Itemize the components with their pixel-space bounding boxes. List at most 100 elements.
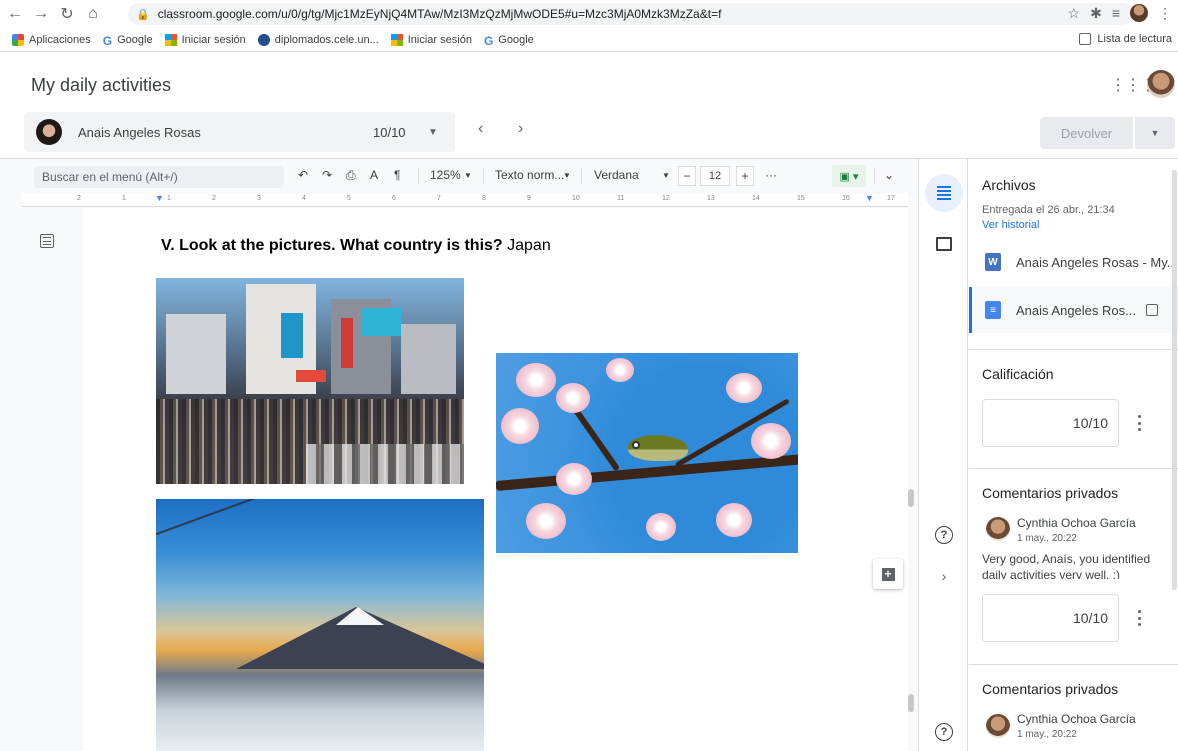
commenter-avatar [986, 714, 1010, 738]
previous-student-icon[interactable]: ‹ [478, 120, 483, 138]
grade-input[interactable]: 10/10 [982, 399, 1119, 447]
ruler-indent-marker-right[interactable]: ▼ [865, 193, 874, 203]
bookmark-google-2[interactable]: G Google [484, 34, 534, 48]
grade-options-icon[interactable] [1137, 610, 1141, 626]
scrollbar-thumb[interactable] [908, 489, 914, 507]
open-external-icon[interactable] [1146, 304, 1158, 316]
increase-font-icon[interactable]: + [736, 166, 754, 186]
return-options-icon[interactable]: ▼ [1135, 117, 1175, 149]
docs-toolbar: Buscar en el menú (Alt+/) ↶ ↷ ⎙ A ¶ 125%… [0, 159, 918, 193]
bookmark-diplomados[interactable]: diplomados.cele.un... [257, 33, 379, 46]
bookmark-google[interactable]: G Google [102, 33, 153, 48]
ruler-tick: 6 [392, 195, 396, 202]
caret-down-icon[interactable]: ▼ [662, 171, 670, 180]
url-text: classroom.google.com/u/0/g/tg/Mjc1MzEyNj… [157, 7, 722, 21]
collapse-toolbar-icon[interactable]: ⌄ [884, 168, 894, 182]
bookmark-login[interactable]: Iniciar sesión [164, 33, 246, 46]
account-avatar[interactable] [1147, 70, 1175, 98]
file-name: Anais Angeles Ros... [1016, 302, 1136, 318]
more-options-icon[interactable]: ··· [765, 168, 777, 182]
redo-icon[interactable]: ↷ [322, 168, 332, 182]
ruler-tick: 7 [437, 195, 441, 202]
extensions-icon[interactable]: ✱ [1090, 5, 1102, 22]
docs-file-icon: ≡ [985, 301, 1001, 319]
microsoft-icon [390, 33, 403, 46]
assignment-title: My daily activities [31, 75, 172, 95]
zoom-select[interactable]: 125% [430, 168, 461, 182]
reading-mode-icon[interactable]: ≡ [1112, 5, 1120, 21]
student-name: Anais Angeles Rosas [78, 124, 201, 140]
font-size-input[interactable]: 12 [700, 166, 730, 186]
bookmark-login-2[interactable]: Iniciar sesión [390, 33, 472, 46]
spellcheck-icon[interactable]: A [370, 168, 378, 182]
files-tab[interactable] [925, 174, 963, 212]
print-icon[interactable]: ⎙ [346, 168, 356, 183]
home-icon[interactable]: ⌂ [82, 3, 104, 25]
panel-scrollbar[interactable] [1172, 170, 1177, 590]
undo-icon[interactable]: ↶ [298, 168, 308, 182]
reading-list[interactable]: Lista de lectura [1079, 33, 1172, 45]
outline-icon[interactable] [40, 234, 54, 248]
ruler-tick: 11 [617, 195, 625, 202]
mount-fuji-photo[interactable] [156, 499, 484, 751]
ruler-tick: 17 [887, 195, 895, 202]
question-answer: Japan [502, 237, 551, 254]
word-file-icon: W [985, 253, 1001, 271]
bookmark-apps[interactable]: Aplicaciones [12, 33, 91, 46]
classroom-header: My daily activities ⋮⋮⋮ [0, 53, 1178, 115]
ruler-tick: 4 [302, 195, 306, 202]
forward-icon[interactable]: → [30, 3, 52, 25]
microsoft-icon [164, 33, 177, 46]
history-link[interactable]: Ver historial [982, 219, 1039, 231]
left-gutter [22, 208, 82, 751]
style-select[interactable]: Texto norm... [495, 168, 564, 182]
font-select[interactable]: Verdana [594, 168, 639, 182]
comment-date: 1 may., 20:22 [1017, 533, 1077, 544]
comment-text: Very good, Anaís, you identified daily a… [982, 552, 1151, 579]
back-icon[interactable]: ← [4, 3, 26, 25]
apps-icon [12, 33, 24, 46]
ruler-tick: 3 [257, 195, 261, 202]
help-button-2[interactable]: ? [934, 722, 954, 742]
more-menu-icon[interactable]: ⋮ [1158, 5, 1172, 22]
reload-icon[interactable]: ↻ [56, 3, 78, 25]
google-icon: G [102, 33, 113, 48]
comments-tab[interactable] [934, 234, 954, 254]
grade-input-2[interactable]: 10/10 [982, 594, 1119, 642]
files-heading: Archivos [982, 177, 1036, 193]
caret-down-icon[interactable]: ▼ [464, 171, 472, 180]
ruler-tick: 12 [662, 195, 670, 202]
menu-search-input[interactable]: Buscar en el menú (Alt+/) [34, 166, 284, 188]
add-comment-button[interactable]: + [873, 559, 903, 589]
student-selector[interactable]: Anais Angeles Rosas 10/10 ▼ [24, 112, 455, 152]
file-name: Anais Angeles Rosas - My... [1016, 254, 1178, 270]
next-student-icon[interactable]: › [518, 120, 523, 138]
scrollbar-thumb[interactable] [908, 694, 914, 712]
cherry-blossom-photo[interactable] [496, 353, 798, 553]
return-button[interactable]: Devolver [1040, 117, 1133, 149]
grade-options-icon[interactable] [1137, 415, 1141, 431]
decrease-font-icon[interactable]: − [678, 166, 696, 186]
star-icon[interactable]: ☆ [1068, 5, 1081, 22]
help-button[interactable]: ? [934, 525, 954, 545]
ruler-tick: 2 [212, 195, 216, 202]
submitted-date: Entregada el 26 abr., 21:34 [982, 204, 1115, 216]
document-viewer: Buscar en el menú (Alt+/) ↶ ↷ ⎙ A ¶ 125%… [0, 159, 940, 751]
chevron-right-icon[interactable]: › [934, 566, 954, 586]
toolbar-separator [418, 168, 419, 184]
file-item-docs[interactable]: ≡ Anais Angeles Ros... [969, 287, 1178, 333]
caret-down-icon[interactable]: ▼ [428, 127, 438, 138]
tokyo-photo[interactable] [156, 278, 464, 484]
file-item-word[interactable]: W Anais Angeles Rosas - My... [969, 239, 1178, 285]
caret-down-icon[interactable]: ▼ [563, 171, 571, 180]
url-bar[interactable]: 🔒 classroom.google.com/u/0/g/tg/Mjc1MzEy… [128, 3, 1133, 25]
commenter-avatar [986, 517, 1010, 541]
paint-format-icon[interactable]: ¶ [394, 168, 400, 182]
ruler-indent-marker-left[interactable]: ▼ [155, 193, 164, 203]
grade-heading: Calificación [982, 366, 1054, 382]
ruler-tick: 1 [122, 195, 126, 202]
profile-avatar[interactable] [1130, 4, 1148, 22]
image-options-icon[interactable]: ▣ ▾ [832, 165, 866, 187]
private-comments-heading-2: Comentarios privados [982, 681, 1119, 697]
toolbar-separator [581, 168, 582, 184]
